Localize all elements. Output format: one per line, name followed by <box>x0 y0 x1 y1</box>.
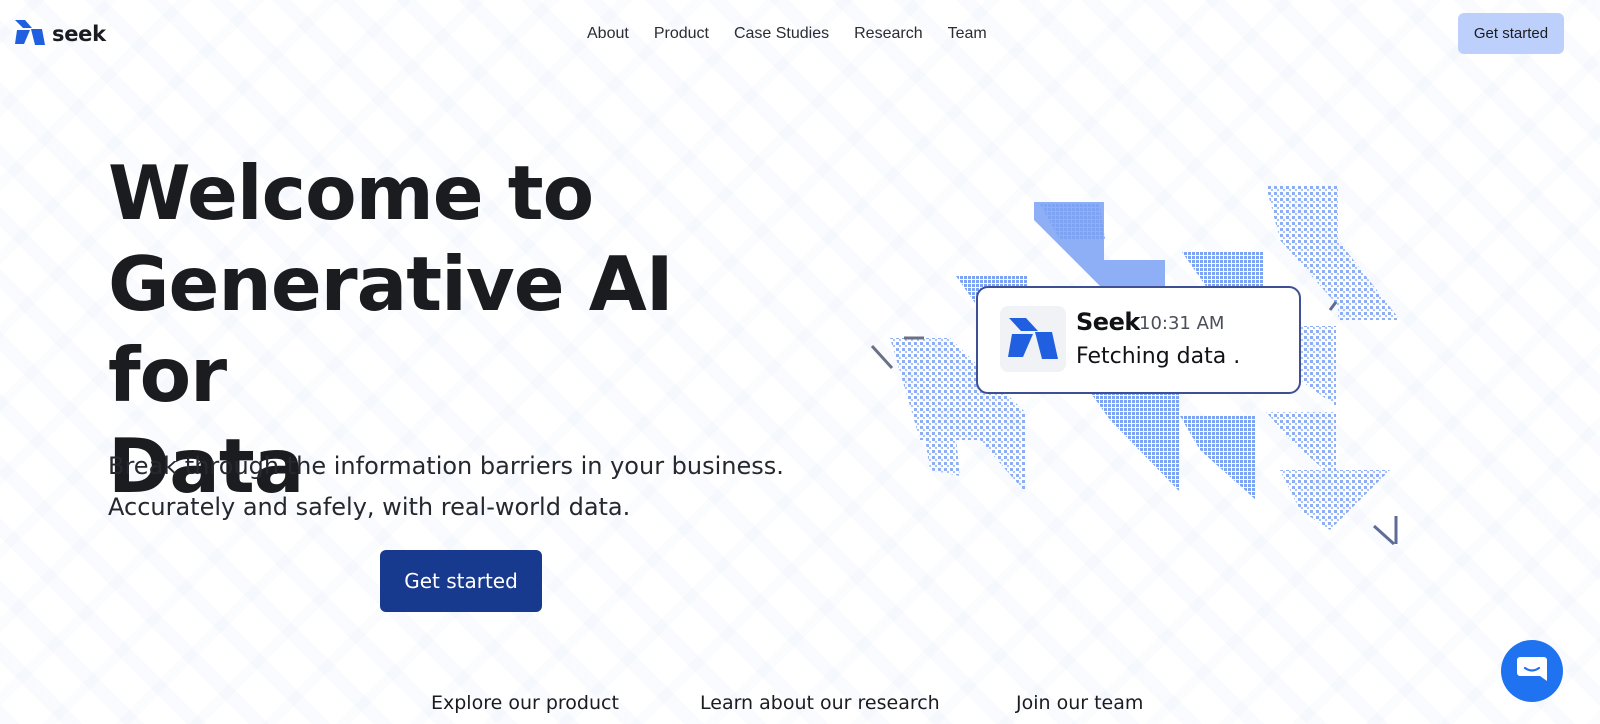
notification-sender: Seek <box>1076 308 1140 336</box>
chat-launcher-button[interactable] <box>1501 640 1563 702</box>
explore-product-link[interactable]: Explore our product <box>431 692 619 714</box>
seek-avatar <box>1000 306 1066 372</box>
hero-subtitle-line-1: Break through the information barriers i… <box>108 452 784 480</box>
header-get-started-button[interactable]: Get started <box>1458 13 1564 54</box>
site-header: seek About Product Case Studies Research… <box>0 0 1600 66</box>
landing-page: seek About Product Case Studies Research… <box>0 0 1600 724</box>
join-team-link[interactable]: Join our team <box>1016 692 1143 714</box>
nav-item-research[interactable]: Research <box>854 24 922 44</box>
hero-get-started-button[interactable]: Get started <box>380 550 542 612</box>
hero-subtitle: Break through the information barriers i… <box>108 446 828 528</box>
nav-item-team[interactable]: Team <box>948 24 987 44</box>
brand-logo-link[interactable]: seek <box>14 18 106 51</box>
seek-logo-icon <box>1006 314 1060 365</box>
learn-research-link[interactable]: Learn about our research <box>700 692 940 714</box>
notification-message: Fetching data . <box>1076 344 1241 369</box>
seek-logo-icon <box>14 18 46 51</box>
brand-name: seek <box>52 22 106 46</box>
notification-time: 10:31 AM <box>1139 313 1225 334</box>
hero-subtitle-line-2: Accurately and safely, with real-world d… <box>108 493 631 521</box>
hero-title-line-1: Welcome to <box>108 149 594 237</box>
main-nav: About Product Case Studies Research Team <box>587 24 1012 44</box>
seek-notification-card: Seek 10:31 AM Fetching data . <box>976 286 1301 394</box>
nav-item-product[interactable]: Product <box>654 24 709 44</box>
chat-bubble-icon <box>1516 655 1548 688</box>
nav-item-case-studies[interactable]: Case Studies <box>734 24 829 44</box>
nav-item-about[interactable]: About <box>587 24 629 44</box>
hero-title-line-2: Generative AI for <box>108 240 674 419</box>
